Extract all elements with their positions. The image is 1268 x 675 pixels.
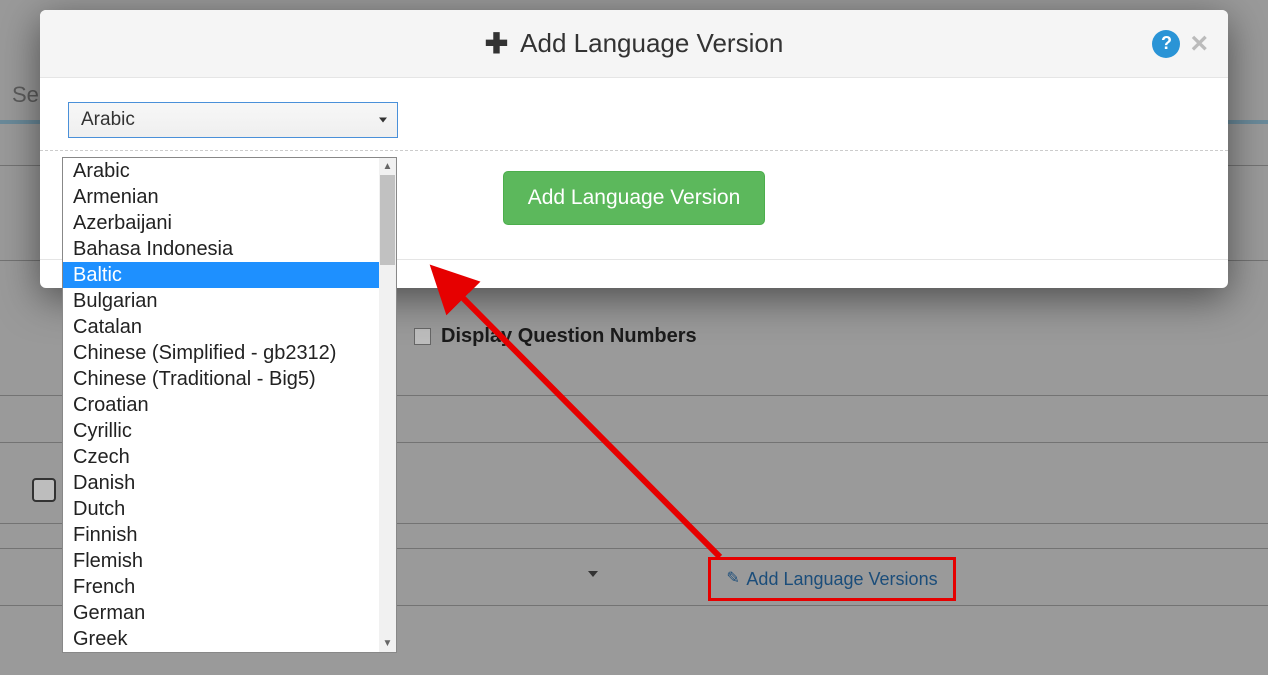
- scroll-down-icon[interactable]: ▼: [379, 635, 396, 652]
- language-option[interactable]: Czech: [63, 444, 396, 470]
- language-option[interactable]: Armenian: [63, 184, 396, 210]
- language-option[interactable]: Chinese (Simplified - gb2312): [63, 340, 396, 366]
- edit-icon: [726, 571, 742, 587]
- background-checkbox[interactable]: [32, 478, 56, 502]
- display-question-numbers-row: Display Question Numbers: [414, 325, 697, 348]
- display-question-numbers-checkbox[interactable]: [414, 328, 431, 345]
- language-select[interactable]: Arabic: [68, 102, 398, 138]
- language-option[interactable]: Flemish: [63, 548, 396, 574]
- language-option[interactable]: Bahasa Indonesia: [63, 236, 396, 262]
- modal-title-text: Add Language Version: [520, 28, 783, 59]
- language-select-value: Arabic: [81, 109, 135, 131]
- collapsed-select-caret-icon[interactable]: [588, 571, 598, 577]
- help-icon[interactable]: ?: [1152, 30, 1180, 58]
- plus-icon: ✚: [485, 30, 508, 58]
- language-option[interactable]: Bulgarian: [63, 288, 396, 314]
- scroll-up-icon[interactable]: ▲: [379, 158, 396, 175]
- language-option[interactable]: Cyrillic: [63, 418, 396, 444]
- add-language-version-button[interactable]: Add Language Version: [503, 171, 766, 225]
- language-option[interactable]: Azerbaijani: [63, 210, 396, 236]
- language-option[interactable]: Catalan: [63, 314, 396, 340]
- modal-title: ✚ Add Language Version: [485, 28, 784, 59]
- language-option[interactable]: Baltic: [63, 262, 396, 288]
- language-option[interactable]: Greek: [63, 626, 396, 652]
- close-icon[interactable]: ×: [1190, 29, 1208, 59]
- language-select-listbox[interactable]: ArabicArmenianAzerbaijaniBahasa Indonesi…: [62, 157, 397, 653]
- language-option[interactable]: Chinese (Traditional - Big5): [63, 366, 396, 392]
- language-option[interactable]: Arabic: [63, 158, 396, 184]
- display-question-numbers-label: Display Question Numbers: [441, 325, 697, 348]
- listbox-scrollbar[interactable]: ▲ ▼: [379, 158, 396, 652]
- language-option[interactable]: Danish: [63, 470, 396, 496]
- language-option[interactable]: Dutch: [63, 496, 396, 522]
- language-option[interactable]: French: [63, 574, 396, 600]
- add-language-versions-link[interactable]: Add Language Versions: [708, 557, 956, 601]
- language-option[interactable]: German: [63, 600, 396, 626]
- language-option[interactable]: Croatian: [63, 392, 396, 418]
- scroll-thumb[interactable]: [380, 175, 395, 265]
- separator-line: [40, 150, 1228, 151]
- add-language-versions-link-label: Add Language Versions: [746, 569, 937, 590]
- language-option[interactable]: Finnish: [63, 522, 396, 548]
- background-truncated-text: Se: [12, 82, 39, 108]
- modal-header: ✚ Add Language Version ? ×: [40, 10, 1228, 78]
